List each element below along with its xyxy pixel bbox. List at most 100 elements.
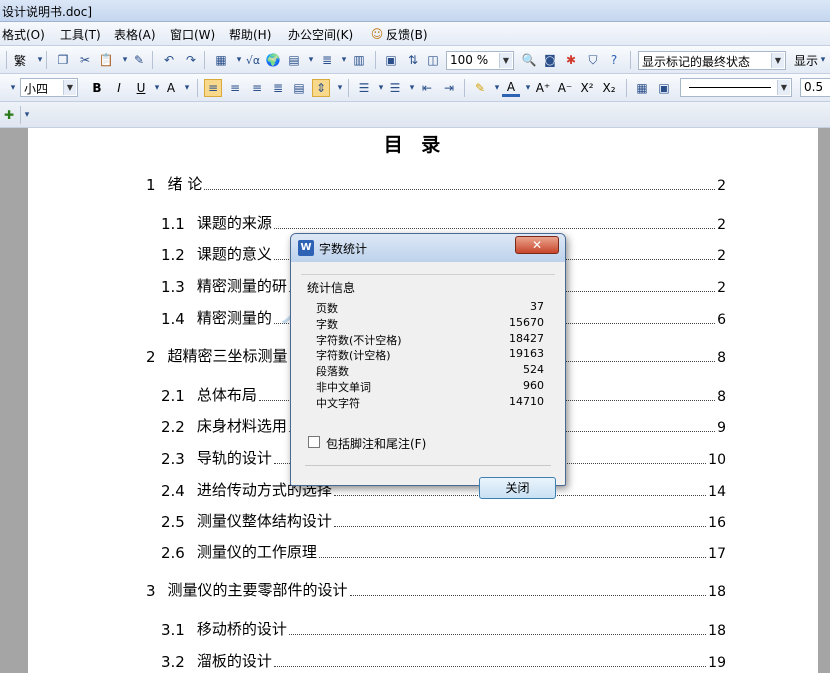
menu-table[interactable]: 表格(A) — [114, 26, 156, 43]
toc-entry[interactable]: 2.6 测量仪的工作原理 17 — [161, 542, 726, 562]
menu-feedback[interactable]: 反馈(B) — [386, 26, 428, 43]
toc-page-number: 8 — [717, 389, 726, 405]
toc-entry[interactable]: 3.1 移动桥的设计 18 — [161, 619, 726, 639]
bullet-list-icon[interactable]: ☰ — [386, 79, 404, 97]
italic-icon[interactable]: I — [110, 79, 128, 97]
toc-text: 课题的来源 — [196, 214, 272, 232]
toc-entry[interactable]: 3.2 溜板的设计 19 — [161, 651, 726, 671]
add-icon[interactable]: ✚ — [0, 106, 18, 124]
paste-icon[interactable]: 📋 — [97, 51, 115, 69]
line-spacing-icon[interactable]: ⇕ — [312, 79, 330, 97]
align-center-icon[interactable]: ≡ — [226, 79, 244, 97]
chevron-down-icon[interactable]: ▾ — [814, 51, 830, 69]
distributed-icon[interactable]: ▤ — [290, 79, 308, 97]
format-painter-icon[interactable]: ✎ — [130, 51, 148, 69]
include-footnotes-checkbox[interactable] — [308, 436, 320, 448]
line-weight-select[interactable]: 0.5 — [800, 78, 830, 97]
toolbar-separator — [464, 79, 465, 97]
menu-tools[interactable]: 工具(T) — [60, 26, 101, 43]
close-icon[interactable]: ✕ — [515, 236, 559, 254]
toc-entry[interactable]: 3 测量仪的主要零部件的设计 18 — [146, 580, 726, 600]
toc-number: 3.1 — [161, 621, 185, 639]
chart-icon[interactable]: ▥ — [350, 51, 368, 69]
include-footnotes-label[interactable]: 包括脚注和尾注(F) — [326, 435, 426, 452]
menu-window[interactable]: 窗口(W) — [170, 26, 215, 43]
stat-row: 中文字符 14710 — [316, 395, 544, 410]
align-right-icon[interactable]: ≡ — [248, 79, 266, 97]
toc-number: 1.1 — [161, 215, 185, 233]
toc-page-number: 9 — [717, 420, 726, 436]
decrease-indent-icon[interactable]: ⇤ — [418, 79, 436, 97]
table-properties-icon[interactable]: ▦ — [633, 79, 651, 97]
highlight-icon[interactable]: ✎ — [471, 79, 489, 97]
bold-icon[interactable]: B — [88, 79, 106, 97]
menu-help[interactable]: 帮助(H) — [229, 26, 271, 43]
menu-office-space[interactable]: 办公空间(K) — [288, 26, 353, 43]
stat-value: 18427 — [509, 331, 544, 345]
zoom-value: 100 % — [450, 53, 489, 67]
print-preview-icon[interactable]: ▣ — [382, 51, 400, 69]
right-margin-area — [818, 128, 830, 673]
chevron-down-icon[interactable]: ▾ — [331, 79, 349, 97]
font-color-icon[interactable]: A — [502, 79, 520, 97]
line-style-select[interactable]: ▼ — [680, 78, 792, 97]
toc-page-number: 19 — [708, 655, 726, 671]
increase-indent-icon[interactable]: ⇥ — [440, 79, 458, 97]
traditional-chinese-button[interactable]: 繁 — [14, 52, 26, 69]
numbered-list-icon[interactable]: ☰ — [355, 79, 373, 97]
justify-icon[interactable]: ≣ — [269, 79, 287, 97]
copy-icon[interactable]: ❐ — [54, 51, 72, 69]
shrink-font-icon[interactable]: A⁻ — [556, 79, 574, 97]
markup-state-value: 显示标记的最终状态 — [642, 55, 751, 69]
menu-format[interactable]: 格式(O) — [2, 26, 45, 43]
redo-icon[interactable]: ↷ — [182, 51, 200, 69]
document-title: 目 录 — [383, 134, 447, 156]
zoom-select[interactable]: 100 % ▼ — [446, 51, 514, 70]
subscript-icon[interactable]: X₂ — [600, 79, 618, 97]
table-grid-icon[interactable]: ▤ — [285, 51, 303, 69]
toc-number: 2 — [146, 348, 156, 366]
borders-icon[interactable]: ▣ — [655, 79, 673, 97]
stat-value: 19163 — [509, 347, 544, 361]
markup-state-select[interactable]: 显示标记的最终状态 ▼ — [638, 51, 786, 70]
chevron-down-icon[interactable]: ▾ — [178, 79, 196, 97]
toc-page-number: 18 — [708, 623, 726, 639]
close-button[interactable]: 关闭 — [479, 477, 556, 499]
find-icon[interactable]: 🔍 — [520, 51, 538, 69]
toc-page-number: 14 — [708, 484, 726, 500]
toc-text: 测量仪的工作原理 — [196, 543, 317, 561]
columns-icon[interactable]: ≣ — [318, 51, 336, 69]
toc-entry[interactable]: 1.1 课题的来源 2 — [161, 213, 726, 233]
toc-number: 2.1 — [161, 387, 185, 405]
align-left-icon[interactable]: ≡ — [204, 79, 222, 97]
gift-icon[interactable]: ✱ — [562, 51, 580, 69]
undo-icon[interactable]: ↶ — [160, 51, 178, 69]
chevron-down-icon[interactable]: ▾ — [18, 106, 36, 124]
line-weight-value: 0.5 — [804, 80, 824, 94]
tshirt-icon[interactable]: ⛉ — [584, 51, 602, 69]
toolbar-separator — [626, 79, 627, 97]
toc-page-number: 2 — [717, 178, 726, 194]
insert-table-icon[interactable]: ▦ — [212, 51, 230, 69]
font-size-value: 小四 — [24, 82, 49, 96]
cut-icon[interactable]: ✂ — [76, 51, 94, 69]
toc-number: 2.4 — [161, 482, 185, 500]
formatting-toolbar: ▾ 小四 ▼ B I U ▾ A ▾ ≡ ≡ ≡ ≣ ▤ ⇕ ▾ ☰ ▾ ☰ ▾… — [0, 74, 830, 102]
font-size-select[interactable]: 小四 ▼ — [20, 78, 78, 97]
sort-icon[interactable]: ⇅ — [404, 51, 422, 69]
toc-page-number: 10 — [708, 452, 726, 468]
insert-image-icon[interactable]: 🌍 — [264, 51, 282, 69]
shape-icon[interactable]: ◙ — [541, 51, 559, 69]
page-view-icon[interactable]: ◫ — [424, 51, 442, 69]
chevron-down-icon: ▼ — [63, 80, 76, 95]
formula-icon[interactable]: √α — [244, 51, 262, 69]
toc-text: 超精密三坐标测量 — [167, 347, 288, 365]
dialog-title: 字数统计 — [319, 242, 368, 256]
toc-entry[interactable]: 2.5 测量仪整体结构设计 16 — [161, 511, 726, 531]
dialog-title-bar[interactable]: W 字数统计 ✕ — [291, 234, 565, 262]
grow-font-icon[interactable]: A⁺ — [534, 79, 552, 97]
help-icon[interactable]: ? — [605, 51, 623, 69]
toc-entry[interactable]: 1 绪 论 2 — [146, 174, 726, 194]
superscript-icon[interactable]: X² — [578, 79, 596, 97]
toc-leader — [349, 595, 707, 596]
